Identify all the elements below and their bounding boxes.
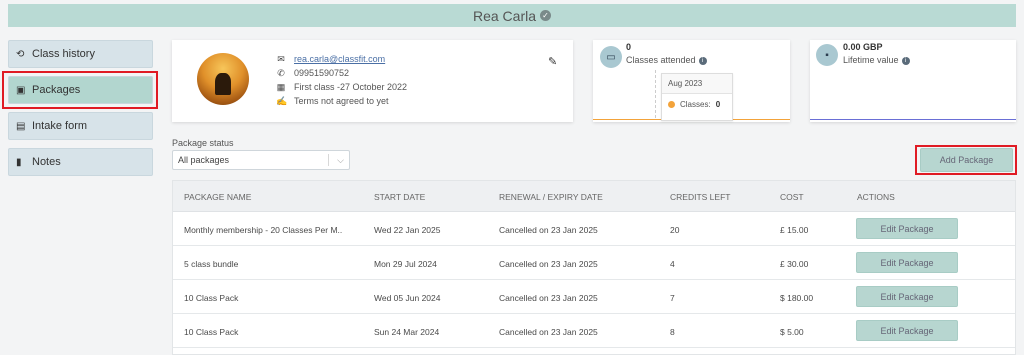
classes-attended-value: 0 — [626, 42, 632, 52]
cost: $ 5.00 — [780, 327, 804, 337]
series-dot — [668, 101, 675, 108]
tooltip-classes-value: 0 — [715, 100, 721, 109]
sidebar-item-label: Intake form — [32, 120, 88, 132]
package-name: 5 class bundle — [184, 259, 239, 269]
column-header: PACKAGE NAME — [184, 192, 252, 202]
expiry-date: Cancelled on 23 Jan 2025 — [499, 259, 598, 269]
package-status-select[interactable]: All packages ⌵ — [172, 150, 350, 170]
credits-left: 20 — [670, 225, 680, 235]
highlight-packages — [2, 71, 158, 109]
highlight-add-package — [915, 145, 1017, 175]
start-date: Mon 29 Jul 2024 — [374, 259, 437, 269]
money-icon: ▪ — [816, 44, 838, 66]
column-header: START DATE — [374, 192, 426, 202]
lifetime-label: Lifetime value i — [843, 55, 910, 65]
check-circle-icon: ✓ — [540, 10, 552, 21]
chevron-down-icon: ⌵ — [337, 155, 344, 165]
expiry-date: Cancelled on 23 Jan 2025 — [499, 225, 598, 235]
document-icon: ▮ — [16, 156, 22, 168]
profile-card: ✉ rea.carla@classfit.com ✆ 09951590752 ▦… — [172, 40, 573, 122]
expiry-date: Cancelled on 23 Jan 2025 — [499, 293, 598, 303]
expiry-date: Cancelled on 23 Jan 2025 — [499, 327, 598, 337]
edit-pencil-icon[interactable]: ✎ — [548, 55, 557, 68]
client-name-bar: Rea Carla ✓ — [8, 4, 1016, 27]
ticket-icon: ▭ — [600, 46, 622, 68]
package-status-label: Package status — [172, 138, 234, 148]
column-header: CREDITS LEFT — [670, 192, 731, 202]
lifetime-value-card: ▪ 0.00 GBP Lifetime value i — [810, 40, 1016, 122]
credits-left: 8 — [670, 327, 675, 337]
clipboard-icon: ▤ — [16, 120, 26, 132]
package-status-value: All packages — [178, 155, 230, 165]
sidebar-item-intake-form[interactable]: ▤ Intake form — [8, 112, 153, 140]
edit-package-button[interactable]: Edit Package — [856, 252, 958, 273]
chart-tooltip: Aug 2023 Classes: 0 — [661, 73, 733, 121]
chart-line — [810, 119, 1016, 120]
envelope-icon: ✉ — [277, 53, 285, 64]
cost: $ 180.00 — [780, 293, 814, 303]
cost: £ 30.00 — [780, 259, 809, 269]
lifetime-value: 0.00 GBP — [843, 42, 883, 52]
credits-left: 4 — [670, 259, 675, 269]
first-class-row: ▦ First class -27 October 2022 — [277, 82, 408, 93]
email-link[interactable]: rea.carla@classfit.com — [294, 54, 385, 64]
edit-package-button[interactable]: Edit Package — [856, 320, 958, 341]
package-name: 10 Class Pack — [184, 327, 239, 337]
client-name: Rea Carla — [472, 7, 537, 24]
terms-row: ✍ Terms not agreed to yet — [276, 96, 389, 107]
edit-package-button[interactable]: Edit Package — [856, 218, 958, 239]
cost: £ 15.00 — [780, 225, 809, 235]
table-row: 5 class bundle Mon 29 Jul 2024 Cancelled… — [173, 246, 1015, 280]
avatar — [197, 53, 249, 105]
table-header: PACKAGE NAME START DATE RENEWAL / EXPIRY… — [173, 181, 1015, 212]
column-header: COST — [780, 192, 804, 202]
tooltip-classes-label: Classes: — [680, 100, 711, 109]
sidebar-item-label: Class history — [32, 48, 95, 60]
sidebar-item-label: Notes — [32, 156, 61, 168]
terms-text: Terms not agreed to yet — [294, 96, 389, 106]
table-row: 10 Class Pack Sun 24 Mar 2024 Cancelled … — [173, 314, 1015, 348]
signature-icon: ✍ — [276, 95, 288, 106]
package-name: 10 Class Pack — [184, 293, 239, 303]
column-header: ACTIONS — [857, 192, 895, 202]
package-name: Monthly membership - 20 Classes Per M.. — [184, 225, 343, 235]
packages-table: PACKAGE NAME START DATE RENEWAL / EXPIRY… — [172, 180, 1016, 355]
email-row: ✉ rea.carla@classfit.com — [277, 54, 385, 65]
sidebar-item-notes[interactable]: ▮ Notes — [8, 148, 153, 176]
start-date: Wed 22 Jan 2025 — [374, 225, 441, 235]
edit-package-button[interactable]: Edit Package — [856, 286, 958, 307]
start-date: Sun 24 Mar 2024 — [374, 327, 440, 337]
classes-attended-label: Classes attended i — [626, 55, 707, 65]
table-row: Monthly membership - 20 Classes Per M.. … — [173, 212, 1015, 246]
calendar-icon: ▦ — [276, 81, 286, 92]
column-header: RENEWAL / EXPIRY DATE — [499, 192, 603, 202]
phone-icon: ✆ — [277, 67, 285, 78]
classes-attended-card: ▭ 0 Classes attended i Aug 2023 Classes: … — [593, 40, 790, 122]
info-icon[interactable]: i — [698, 56, 707, 65]
tooltip-month: Aug 2023 — [662, 74, 732, 94]
history-icon: ⟲ — [16, 48, 25, 60]
chart-guide-line — [655, 70, 656, 118]
phone-row: ✆ 09951590752 — [277, 68, 350, 79]
table-row: 10 Class Pack Wed 05 Jun 2024 Cancelled … — [173, 280, 1015, 314]
sidebar-item-class-history[interactable]: ⟲ Class history — [8, 40, 153, 68]
first-class-text: First class -27 October 2022 — [294, 82, 408, 92]
start-date: Wed 05 Jun 2024 — [374, 293, 441, 303]
info-icon[interactable]: i — [901, 56, 910, 65]
phone-text: 09951590752 — [294, 68, 350, 78]
credits-left: 7 — [670, 293, 675, 303]
